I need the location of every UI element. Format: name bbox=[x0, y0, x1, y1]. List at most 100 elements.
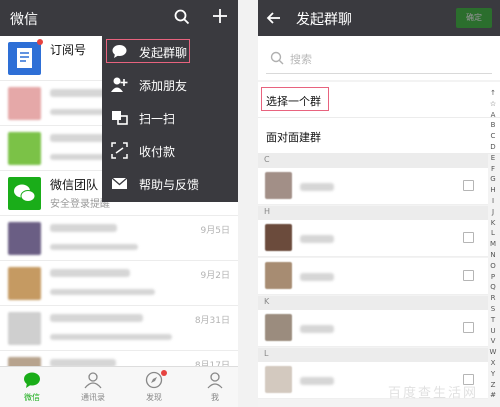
index-letter[interactable]: ↑ bbox=[488, 88, 498, 99]
main-top-bar: 微信 bbox=[0, 0, 238, 36]
index-letter[interactable]: W bbox=[488, 347, 498, 358]
face-to-face-group-option[interactable]: 面对面建群 bbox=[258, 118, 500, 154]
contact-avatar bbox=[265, 172, 292, 199]
index-letter[interactable]: P bbox=[488, 272, 498, 283]
contact-avatar bbox=[265, 262, 292, 289]
index-letter[interactable]: B bbox=[488, 120, 498, 131]
index-letter[interactable]: G bbox=[488, 174, 498, 185]
index-letter[interactable]: E bbox=[488, 153, 498, 164]
index-letter[interactable]: U bbox=[488, 326, 498, 337]
me-tab-icon bbox=[206, 371, 224, 389]
index-letter[interactable]: N bbox=[488, 250, 498, 261]
alphabet-index[interactable]: ↑ ☆ A B C D E F G H I J K L M N O P Q R S T U V W X Y Z # bbox=[488, 88, 498, 401]
index-letter[interactable]: C bbox=[488, 131, 498, 142]
blurred-preview bbox=[50, 289, 155, 295]
index-letter[interactable]: # bbox=[488, 390, 498, 401]
menu-item-label: 发起群聊 bbox=[139, 46, 188, 60]
confirm-button[interactable]: 确定 bbox=[456, 8, 492, 28]
index-letter[interactable]: ☆ bbox=[488, 99, 498, 110]
chat-tab-icon bbox=[23, 371, 41, 389]
menu-item-label: 添加朋友 bbox=[139, 79, 188, 93]
back-arrow-icon[interactable] bbox=[266, 10, 282, 26]
section-letter: H bbox=[264, 207, 271, 216]
contact-row[interactable] bbox=[258, 220, 488, 257]
search-icon bbox=[270, 51, 284, 65]
index-letter[interactable]: H bbox=[488, 185, 498, 196]
index-letter[interactable]: K bbox=[488, 218, 498, 229]
contact-row[interactable] bbox=[258, 168, 488, 205]
chat-row[interactable]: 8月31日 bbox=[0, 306, 238, 351]
search-underline bbox=[266, 73, 492, 74]
blurred-name bbox=[50, 314, 143, 322]
index-letter[interactable]: V bbox=[488, 336, 498, 347]
section-letter: L bbox=[264, 349, 269, 358]
index-letter[interactable]: X bbox=[488, 358, 498, 369]
document-avatar bbox=[8, 42, 41, 75]
contact-row[interactable] bbox=[258, 310, 488, 347]
tab-2[interactable]: 通讯录 bbox=[69, 367, 117, 407]
index-letter[interactable]: T bbox=[488, 315, 498, 326]
watermark: 百度查生活网 bbox=[388, 386, 479, 401]
contact-row[interactable] bbox=[258, 258, 488, 295]
contact-checkbox[interactable] bbox=[463, 270, 474, 281]
wechat-logo-icon bbox=[8, 184, 41, 213]
highlight-frame bbox=[261, 87, 329, 111]
chat-name: 微信团队 bbox=[50, 178, 99, 192]
blurred-contact-name bbox=[300, 235, 334, 243]
face-to-face-label: 面对面建群 bbox=[266, 131, 321, 144]
menu-item-2[interactable]: 添加朋友 bbox=[102, 68, 238, 101]
search-bar[interactable]: 搜索 bbox=[258, 36, 500, 80]
index-letter[interactable]: A bbox=[488, 110, 498, 121]
section-header: H bbox=[258, 206, 488, 220]
blurred-contact-name bbox=[300, 183, 334, 191]
index-letter[interactable]: O bbox=[488, 261, 498, 272]
section-header: C bbox=[258, 154, 488, 168]
contact-avatar bbox=[265, 224, 292, 251]
index-letter[interactable]: J bbox=[488, 207, 498, 218]
index-letter[interactable]: D bbox=[488, 142, 498, 153]
document-icon bbox=[8, 48, 41, 78]
index-letter[interactable]: Q bbox=[488, 282, 498, 293]
menu-item-label: 收付款 bbox=[139, 145, 176, 159]
avatar bbox=[8, 222, 41, 255]
contact-checkbox[interactable] bbox=[463, 180, 474, 191]
search-icon[interactable] bbox=[174, 9, 190, 25]
index-letter[interactable]: Y bbox=[488, 369, 498, 380]
menu-item-label: 扫一扫 bbox=[139, 112, 176, 126]
page-title: 发起群聊 bbox=[296, 12, 352, 28]
plus-dropdown-menu: 发起群聊添加朋友扫一扫收付款帮助与反馈 bbox=[102, 34, 238, 202]
app-title: 微信 bbox=[10, 12, 38, 28]
menu-item-3[interactable]: 扫一扫 bbox=[102, 101, 238, 134]
menu-item-1[interactable]: 发起群聊 bbox=[102, 35, 238, 68]
select-group-option[interactable]: 选择一个群 bbox=[258, 82, 500, 118]
chat-time: 8月31日 bbox=[194, 316, 230, 326]
index-letter[interactable]: S bbox=[488, 304, 498, 315]
unread-dot bbox=[37, 39, 43, 45]
chat-row[interactable]: 9月5日 bbox=[0, 216, 238, 261]
start-group-chat-screen: 发起群聊 确定 搜索 选择一个群 面对面建群 CHKL ↑ ☆ A B C D E F G H I J… bbox=[258, 0, 500, 407]
blurred-preview bbox=[50, 244, 138, 250]
plus-icon[interactable] bbox=[212, 8, 228, 24]
index-letter[interactable]: F bbox=[488, 164, 498, 175]
tab-4[interactable]: 我 bbox=[191, 367, 238, 407]
index-letter[interactable]: Z bbox=[488, 380, 498, 391]
index-letter[interactable]: M bbox=[488, 239, 498, 250]
chat-row[interactable]: 9月2日 bbox=[0, 261, 238, 306]
chat-preview: 安全登录提醒 bbox=[50, 199, 110, 210]
contact-checkbox[interactable] bbox=[463, 322, 474, 333]
menu-item-4[interactable]: 收付款 bbox=[102, 134, 238, 167]
blurred-name bbox=[50, 224, 117, 232]
contact-avatar bbox=[265, 366, 292, 393]
contact-checkbox[interactable] bbox=[463, 232, 474, 243]
menu-item-5[interactable]: 帮助与反馈 bbox=[102, 167, 238, 200]
tab-1[interactable]: 微信 bbox=[8, 367, 56, 407]
index-letter[interactable]: I bbox=[488, 196, 498, 207]
tab-3[interactable]: 发现 bbox=[130, 367, 178, 407]
wechat-logo-avatar bbox=[8, 177, 41, 210]
blurred-name bbox=[50, 269, 130, 277]
section-letter: K bbox=[264, 297, 270, 306]
section-header: K bbox=[258, 296, 488, 310]
index-letter[interactable]: R bbox=[488, 293, 498, 304]
search-placeholder: 搜索 bbox=[290, 53, 312, 66]
index-letter[interactable]: L bbox=[488, 228, 498, 239]
